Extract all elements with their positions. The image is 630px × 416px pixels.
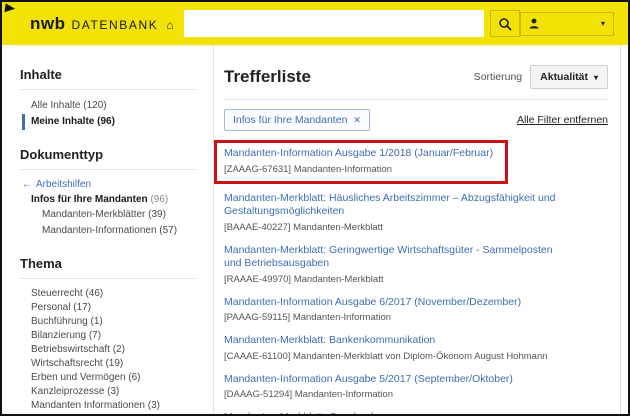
- user-menu-button[interactable]: ▾: [520, 12, 614, 36]
- result-meta: [BAAAE-40227] Mandanten-Merkblatt: [224, 222, 608, 233]
- clear-all-filters-link[interactable]: Alle Filter entfernen: [517, 114, 608, 126]
- result-item: Mandanten-Merkblatt: Geringwertige Wirts…: [224, 244, 608, 285]
- divider: [20, 278, 195, 279]
- sidebar-item-infos-mandanten[interactable]: Infos für Ihre Mandanten (96): [2, 193, 213, 207]
- section-title: Inhalte: [2, 67, 213, 82]
- sidebar-item-alle-inhalte[interactable]: Alle Inhalte (120): [2, 98, 213, 114]
- result-title-link[interactable]: Mandanten-Information Ausgabe 5/2017 (Se…: [224, 373, 569, 387]
- header-bar: nwb DATENBANK ⌂ ▾: [2, 2, 628, 45]
- caret-down-icon: ▾: [601, 19, 605, 28]
- app-window: nwb DATENBANK ⌂ ▾ Inhalte: [0, 0, 630, 416]
- sort-dropdown[interactable]: Aktualität ▾: [530, 65, 608, 89]
- sidebar-item-erben-vermoegen[interactable]: Erben und Vermögen (6): [2, 371, 213, 385]
- result-item: Mandanten-Merkblatt: Häusliches Arbeitsz…: [224, 192, 608, 233]
- sidebar-item-wirtschaftsrecht[interactable]: Wirtschaftsrecht (19): [2, 357, 213, 371]
- result-meta: [CAAAE-61100] Mandanten-Merkblatt von Di…: [224, 351, 608, 362]
- active-doc-label: Infos für Ihre Mandanten: [31, 194, 148, 205]
- section-title: Dokumenttyp: [2, 147, 213, 162]
- sidebar-item-betriebswirtschaft[interactable]: Betriebswirtschaft (2): [2, 343, 213, 357]
- sidebar-back-arbeitshilfen[interactable]: ← Arbeitshilfen: [2, 178, 213, 193]
- filter-sidebar: Inhalte Alle Inhalte (120) Meine Inhalte…: [2, 45, 214, 414]
- sidebar-item-mandanten-informationen[interactable]: Mandanten-Informationen (57): [2, 223, 213, 239]
- result-meta: [PAAAG-59115] Mandanten-Information: [224, 312, 608, 323]
- logo-text-datenbank: DATENBANK: [72, 18, 159, 32]
- result-item: Mandanten-Merkblatt: Bankenkommunikation…: [224, 334, 608, 362]
- result-title-link[interactable]: Mandanten-Information Ausgabe 1/2018 (Ja…: [224, 147, 493, 161]
- scrollbar-gutter[interactable]: [620, 45, 628, 414]
- result-title-link[interactable]: Mandanten-Merkblatt: Geschenke: [224, 411, 569, 414]
- result-item: Mandanten-Information Ausgabe 1/2018 (Ja…: [224, 147, 493, 175]
- divider: [20, 89, 195, 90]
- sidebar-item-mandanten-merkblaetter[interactable]: Mandanten-Merkblätter (39): [2, 207, 213, 223]
- result-list: Mandanten-Information Ausgabe 1/2018 (Ja…: [224, 144, 608, 414]
- sort-label: Sortierung: [474, 71, 522, 83]
- result-meta: [DAAAG-51294] Mandanten-Information: [224, 389, 608, 400]
- cursor-artifact: [4, 3, 15, 13]
- caret-down-icon: ▾: [594, 73, 598, 82]
- section-title: Thema: [2, 256, 213, 271]
- sidebar-item-meine-inhalte[interactable]: Meine Inhalte (96): [22, 114, 213, 130]
- sidebar-item-personal[interactable]: Personal (17): [2, 301, 213, 315]
- sidebar-item-steuerrecht[interactable]: Steuerrecht (46): [2, 287, 213, 301]
- search-button[interactable]: [490, 10, 520, 37]
- result-title-link[interactable]: Mandanten-Merkblatt: Häusliches Arbeitsz…: [224, 192, 569, 219]
- filter-chip-label: Infos für Ihre Mandanten: [233, 114, 347, 126]
- sidebar-item-bilanzierung[interactable]: Bilanzierung (7): [2, 329, 213, 343]
- result-item: Mandanten-Merkblatt: Geschenke [EAAAC-96…: [224, 411, 608, 414]
- section-dokumenttyp: Dokumenttyp ← Arbeitshilfen Infos für Ihr…: [2, 147, 213, 239]
- logo-text-nwb: nwb: [30, 14, 66, 34]
- back-arrow-icon: ←: [22, 179, 32, 190]
- annotation-highlight-box: Mandanten-Information Ausgabe 1/2018 (Ja…: [214, 140, 508, 184]
- search-icon: [498, 17, 512, 31]
- divider: [224, 99, 608, 100]
- page-title: Trefferliste: [224, 67, 311, 87]
- results-pane: Trefferliste Sortierung Aktualität ▾ Info…: [214, 45, 620, 414]
- home-icon[interactable]: ⌂: [166, 18, 173, 32]
- sort-value: Aktualität: [540, 71, 588, 83]
- result-meta: [ZAAAG-67631] Mandanten-Information: [224, 164, 493, 175]
- search-group: [184, 10, 520, 37]
- divider: [20, 169, 195, 170]
- back-link-label: Arbeitshilfen: [36, 179, 91, 190]
- filter-chip-infos-mandanten[interactable]: Infos für Ihre Mandanten ✕: [224, 109, 370, 131]
- result-item: Mandanten-Information Ausgabe 5/2017 (Se…: [224, 373, 608, 401]
- result-meta: [RAAAE-49970] Mandanten-Merkblatt: [224, 274, 608, 285]
- sidebar-item-buchfuehrung[interactable]: Buchführung (1): [2, 315, 213, 329]
- result-title-link[interactable]: Mandanten-Merkblatt: Geringwertige Wirts…: [224, 244, 569, 271]
- result-item: Mandanten-Information Ausgabe 6/2017 (No…: [224, 296, 608, 324]
- sidebar-item-mandanten-informationen-thema[interactable]: Mandanten Informationen (3): [2, 399, 213, 413]
- close-icon[interactable]: ✕: [353, 115, 361, 126]
- result-title-link[interactable]: Mandanten-Information Ausgabe 6/2017 (No…: [224, 296, 569, 310]
- active-doc-count: (96): [150, 194, 168, 205]
- result-title-link[interactable]: Mandanten-Merkblatt: Bankenkommunikation: [224, 334, 569, 348]
- sidebar-item-kanzleiprozesse[interactable]: Kanzleiprozesse (3): [2, 385, 213, 399]
- brand-logo[interactable]: nwb DATENBANK ⌂: [30, 14, 174, 34]
- section-thema: Thema Steuerrecht (46) Personal (17) Buc…: [2, 256, 213, 413]
- section-inhalte: Inhalte Alle Inhalte (120) Meine Inhalte…: [2, 67, 213, 130]
- search-input[interactable]: [184, 10, 484, 37]
- user-icon: [529, 18, 539, 29]
